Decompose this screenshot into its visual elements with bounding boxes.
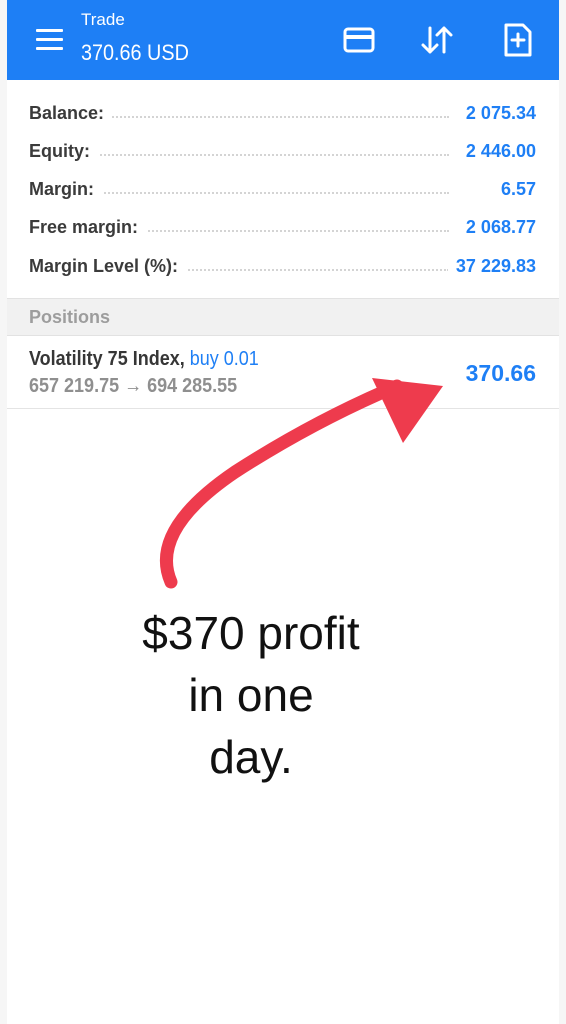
- annotation-line-1: $370 profit: [142, 607, 360, 659]
- red-annotation-arrow: [160, 378, 443, 589]
- annotation-line-3: day.: [209, 731, 293, 783]
- annotation-caption: $370 profit in one day.: [81, 602, 421, 788]
- trade-screen: Trade 370.66 USD Balance: 2 075.34 Equit…: [7, 0, 559, 1024]
- annotation-line-2: in one: [188, 669, 314, 721]
